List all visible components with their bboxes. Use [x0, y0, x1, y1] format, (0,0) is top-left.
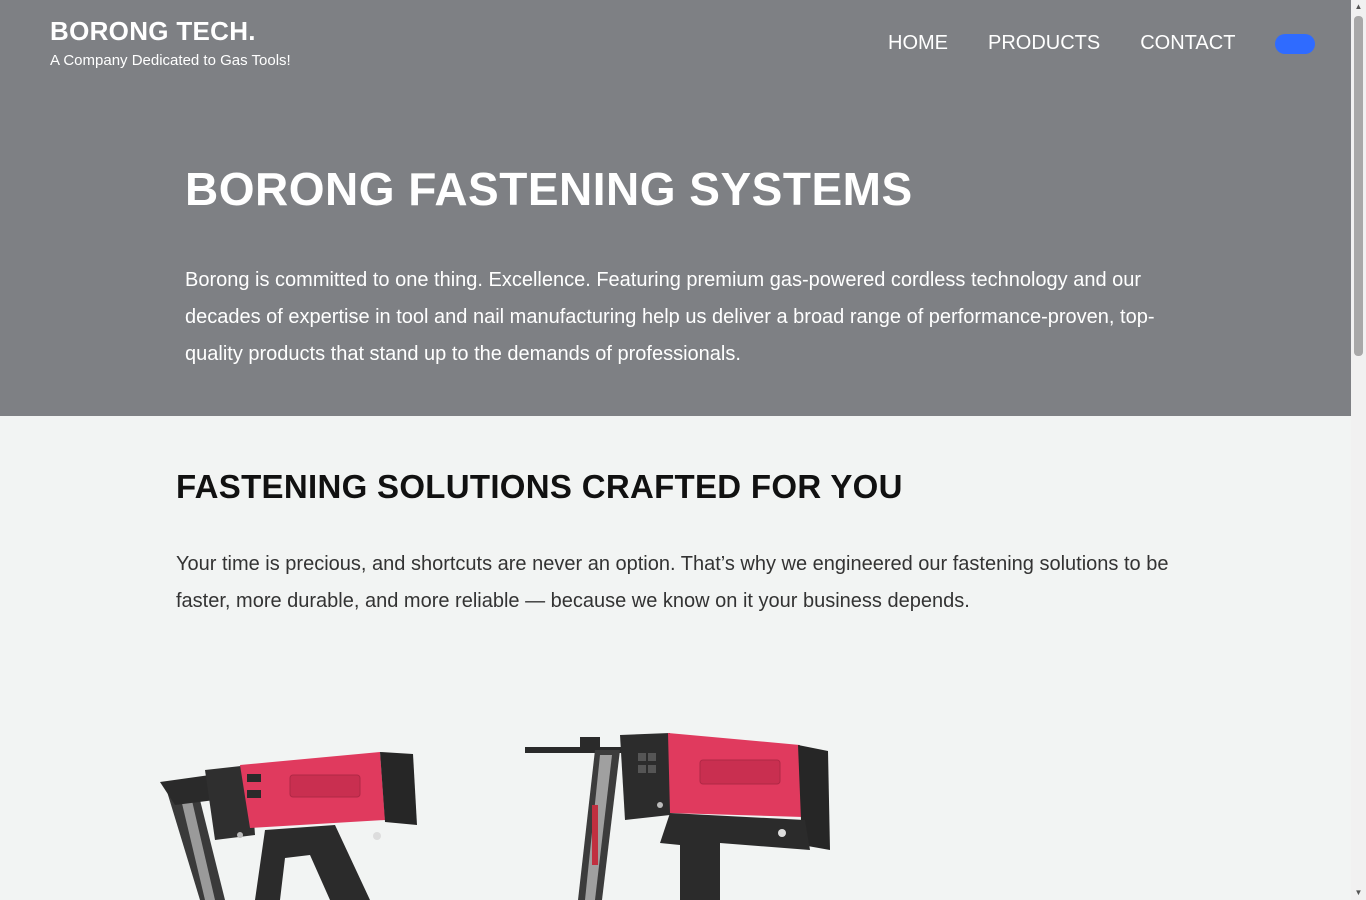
main-nav: HOME PRODUCTS CONTACT — [888, 32, 1316, 55]
scrollbar-thumb[interactable] — [1354, 16, 1363, 356]
nav-products-link[interactable]: PRODUCTS — [988, 32, 1100, 55]
section-title: FASTENING SOLUTIONS CRAFTED FOR YOU — [176, 468, 903, 505]
scroll-down-arrow-icon[interactable]: ▼ — [1354, 888, 1363, 897]
hero-header: BORONG TECH. A Company Dedicated to Gas … — [0, 0, 1351, 416]
brand-title[interactable]: BORONG TECH. — [50, 16, 256, 47]
product-image-finish-nailer[interactable] — [520, 725, 840, 900]
product-image-framing-nailer[interactable] — [155, 740, 430, 900]
nav-home-link[interactable]: HOME — [888, 32, 948, 55]
menu-toggle-icon[interactable] — [1275, 33, 1316, 54]
hero-description: Borong is committed to one thing. Excell… — [185, 269, 1155, 365]
hero-title: BORONG FASTENING SYSTEMS — [185, 163, 913, 215]
section-description: Your time is precious, and shortcuts are… — [176, 553, 1169, 612]
scroll-up-arrow-icon[interactable]: ▲ — [1354, 2, 1363, 11]
page-scrollbar[interactable]: ▲ ▼ — [1351, 0, 1366, 900]
brand-tagline: A Company Dedicated to Gas Tools! — [50, 52, 291, 69]
nav-contact-link[interactable]: CONTACT — [1140, 32, 1235, 55]
